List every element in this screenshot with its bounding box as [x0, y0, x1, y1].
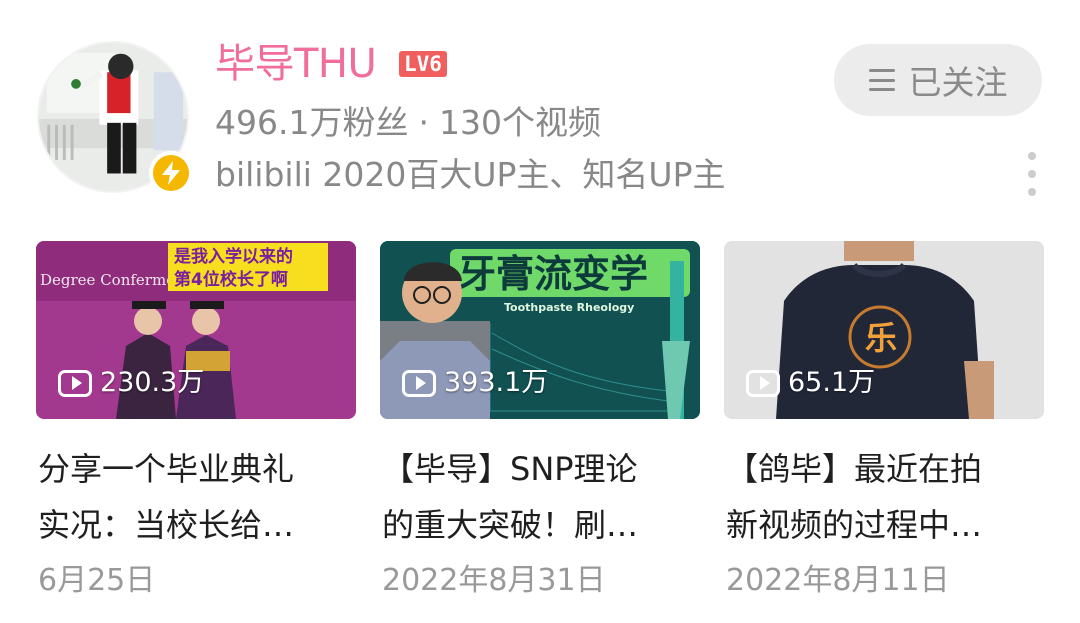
view-count-label: 65.1万 [788, 367, 876, 398]
video-thumbnail[interactable]: 乐 65.1万 [724, 241, 1044, 419]
video-card[interactable]: 乐 65.1万 【鸽毕】最近在拍 新视频的过程中… 2022年8月11日 [724, 241, 1044, 605]
video-thumbnail[interactable]: 牙膏流变学 Toothpaste Rheology 393.1万 [380, 241, 700, 419]
svg-text:Degree Conferme: Degree Conferme [40, 271, 175, 289]
svg-text:乐: 乐 [865, 319, 897, 357]
view-count: 393.1万 [402, 367, 548, 399]
play-icon [58, 369, 92, 397]
video-title[interactable]: 【毕导】SNP理论 的重大突破！刷… [380, 441, 700, 553]
vertical-dots-icon[interactable] [1020, 152, 1044, 196]
video-count: 130个视频 [438, 103, 601, 142]
view-count-label: 393.1万 [444, 367, 549, 398]
verified-badge [149, 151, 193, 195]
video-date: 2022年8月31日 [382, 563, 606, 598]
menu-icon [868, 69, 895, 91]
video-title-line: 分享一个毕业典礼 [38, 450, 295, 488]
video-title[interactable]: 【鸽毕】最近在拍 新视频的过程中… [724, 441, 1044, 553]
video-date: 6月25日 [38, 563, 156, 598]
view-count: 65.1万 [746, 367, 875, 399]
svg-text:是我入学以来的: 是我入学以来的 [174, 246, 293, 267]
video-title-line: 的重大突破！刷… [382, 506, 639, 544]
video-title-line: 【毕导】SNP理论 [382, 450, 638, 488]
follow-button-label: 已关注 [908, 63, 1008, 102]
video-date: 2022年8月11日 [726, 563, 950, 598]
video-card[interactable]: 牙膏流变学 Toothpaste Rheology 393.1万 【毕导】SNP… [380, 241, 700, 605]
play-icon [402, 369, 436, 397]
fans-count: 496.1万粉丝 [215, 103, 409, 142]
video-title-line: 【鸽毕】最近在拍 [726, 450, 983, 488]
profile-tagline: bilibili 2020百大UP主、知名UP主 [215, 155, 726, 194]
follow-button[interactable]: 已关注 [834, 44, 1042, 116]
video-title-line: 新视频的过程中… [726, 506, 983, 544]
view-count-label: 230.3万 [100, 367, 205, 398]
play-icon [746, 369, 780, 397]
video-title[interactable]: 分享一个毕业典礼 实况：当校长给… [36, 441, 356, 553]
username[interactable]: 毕导THU [215, 38, 377, 90]
video-title-line: 实况：当校长给… [38, 506, 295, 544]
level-badge: LV6 [399, 51, 447, 77]
profile-stats: 496.1万粉丝 · 130个视频 [215, 101, 601, 145]
svg-text:Toothpaste Rheology: Toothpaste Rheology [504, 301, 634, 314]
video-card[interactable]: Degree Conferme 是我入学以来的 第4位校长了啊 230.3万 分… [36, 241, 356, 605]
svg-text:第4位校长了啊: 第4位校长了啊 [174, 269, 288, 290]
svg-text:牙膏流变学: 牙膏流变学 [458, 252, 648, 296]
view-count: 230.3万 [58, 367, 204, 399]
lightning-icon [162, 161, 180, 185]
video-thumbnail[interactable]: Degree Conferme 是我入学以来的 第4位校长了啊 230.3万 [36, 241, 356, 419]
stats-separator: · [418, 103, 429, 142]
